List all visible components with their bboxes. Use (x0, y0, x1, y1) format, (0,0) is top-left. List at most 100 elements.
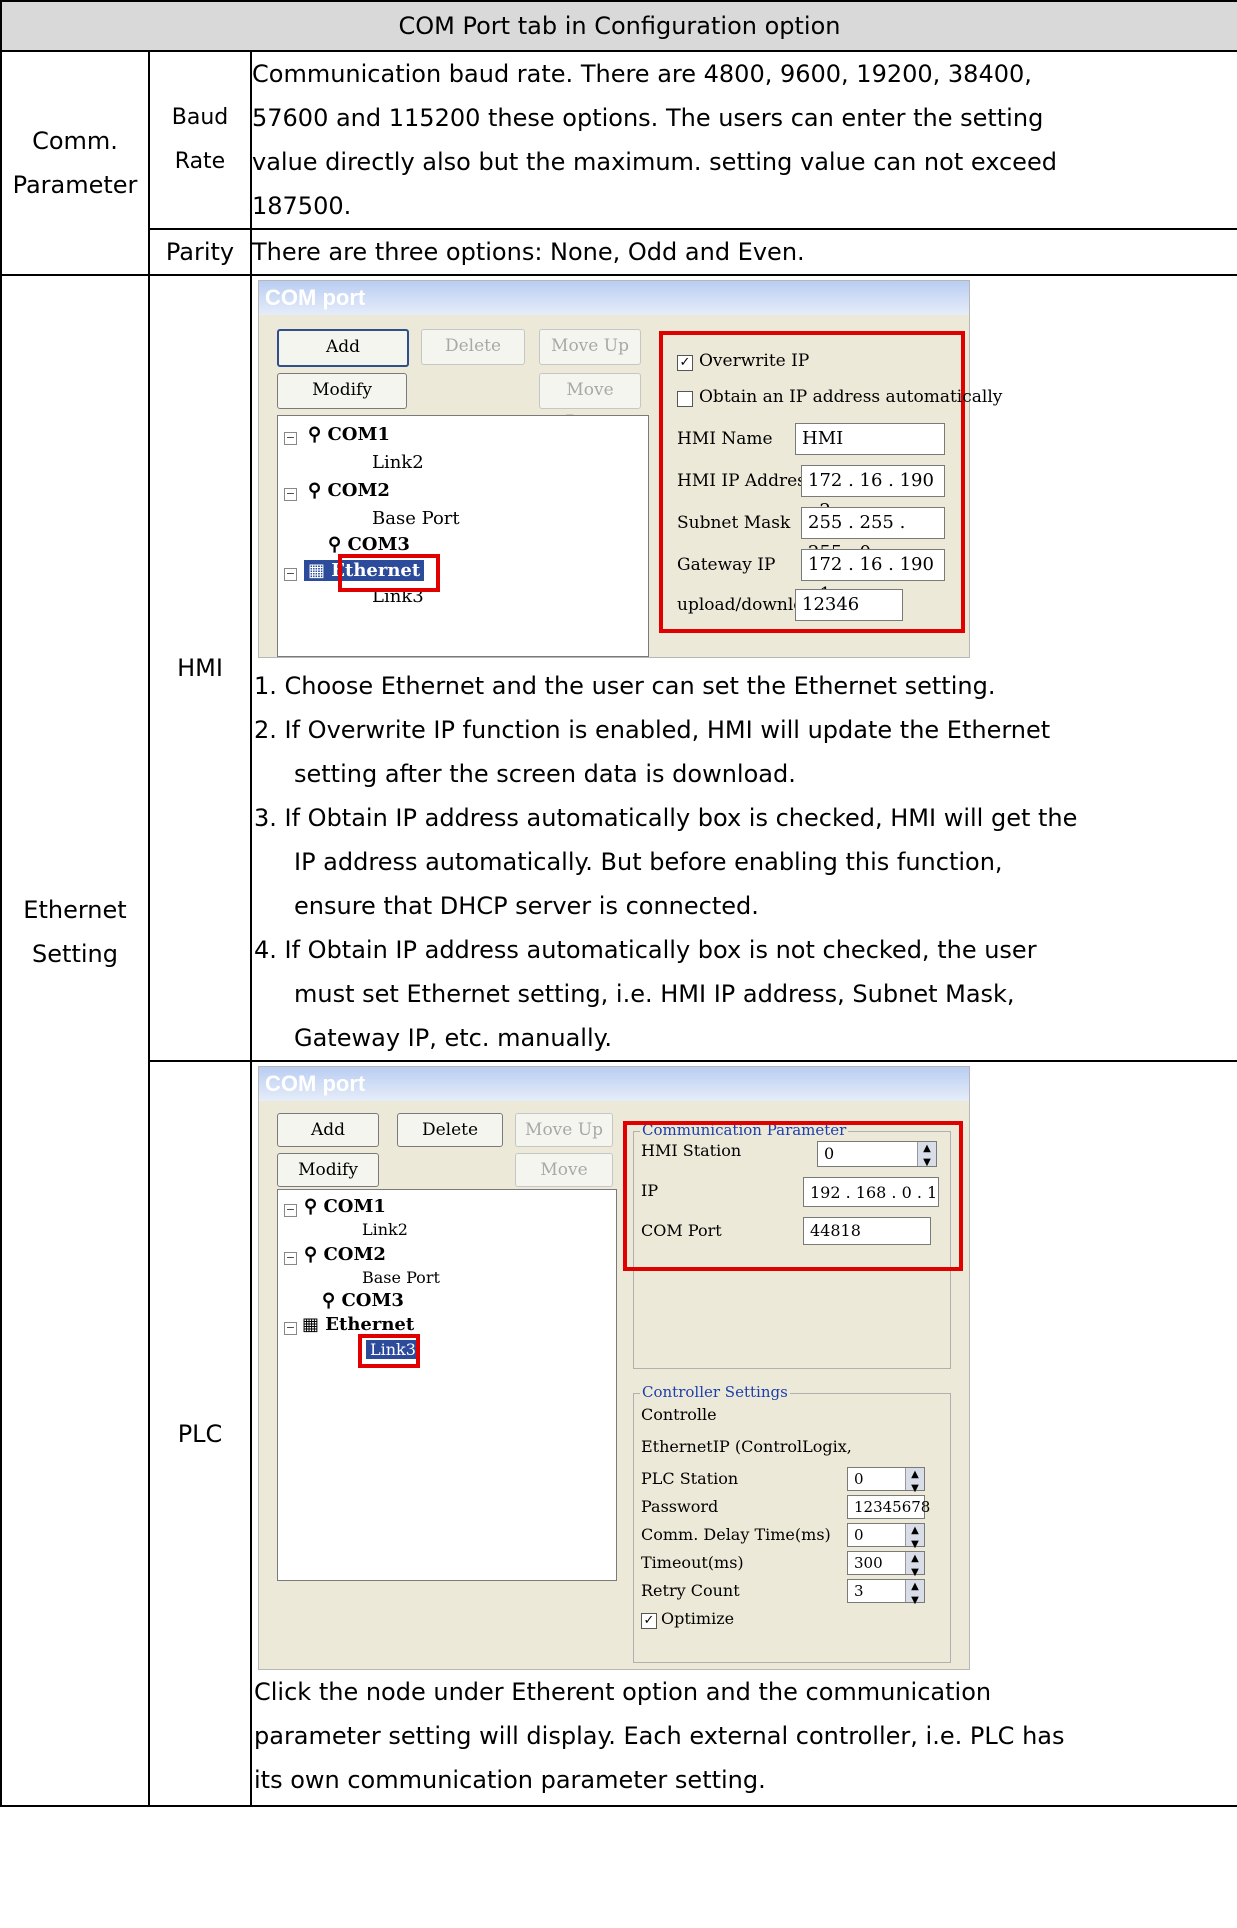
tree-node-base-port[interactable]: Base Port (362, 1268, 440, 1287)
plc-line: its own communication parameter setting. (254, 1766, 766, 1794)
step-line: 3. If Obtain IP address automatically bo… (254, 804, 1078, 832)
timeout-label: Timeout(ms) (641, 1553, 744, 1572)
plc-description: Click the node under Etherent option and… (254, 1670, 1237, 1802)
plc-cell: COM port Add Delete Move Up Modify Move … (249, 1060, 1237, 1807)
tree-node-link2[interactable]: Link2 (372, 452, 424, 473)
optimize-checkbox[interactable]: ✓ (641, 1613, 657, 1629)
collapse-icon[interactable]: − (284, 1322, 297, 1335)
add-button[interactable]: Add (277, 1113, 379, 1147)
collapse-icon[interactable]: − (284, 1204, 297, 1217)
baud-line: Communication baud rate. There are 4800,… (252, 60, 1032, 88)
spinner-icon[interactable]: ▲ ▼ (905, 1580, 924, 1606)
controller-value[interactable]: EthernetIP (ControlLogix, (641, 1437, 852, 1456)
baud-line: 57600 and 115200 these options. The user… (252, 104, 1044, 132)
modify-button[interactable]: Modify (277, 373, 407, 409)
plc-com-port-panel: COM port Add Delete Move Up Modify Move … (258, 1066, 970, 1670)
tree-node-base-port[interactable]: Base Port (372, 508, 460, 529)
plc-line: parameter setting will display. Each ext… (254, 1722, 1065, 1750)
step-line: must set Ethernet setting, i.e. HMI IP a… (294, 980, 1015, 1008)
baud-rate-label: Baud Rate (148, 50, 252, 230)
retry-count-label: Retry Count (641, 1581, 740, 1600)
move-down-button[interactable]: Move Down (539, 373, 641, 432)
comm-label-line2: Parameter (12, 171, 138, 199)
modify-button[interactable]: Modify (277, 1153, 379, 1187)
overwrite-ip-label: Overwrite IP (699, 351, 810, 371)
tree-node-com1[interactable]: ⚲ COM1 (304, 1196, 386, 1217)
optimize-label: Optimize (661, 1609, 735, 1628)
gateway-ip-field[interactable]: 172 . 16 . 190 . 1 (801, 549, 945, 605)
controller-settings-title: Controller Settings (640, 1383, 790, 1401)
tree-node-com1[interactable]: ⚲ COM1 (308, 424, 390, 445)
plc-station-field[interactable]: 0 ▲ ▼ (847, 1467, 925, 1494)
com-port-field[interactable]: 44818 (803, 1217, 931, 1245)
tree-node-com2[interactable]: ⚲ COM2 (308, 480, 390, 501)
password-label: Password (641, 1497, 719, 1516)
move-up-button[interactable]: Move Up (539, 329, 641, 365)
tree-node-com3[interactable]: ⚲ COM3 (328, 534, 410, 555)
upload-download-field[interactable]: 12346 (795, 589, 903, 621)
spinner-icon[interactable]: ▲ ▼ (917, 1142, 936, 1168)
panel-title: COM port (265, 1071, 366, 1096)
step-line: 1. Choose Ethernet and the user can set … (254, 672, 996, 700)
hmi-label: HMI (148, 274, 252, 1062)
tree-node-com2[interactable]: ⚲ COM2 (304, 1244, 386, 1265)
delete-button[interactable]: Delete (421, 329, 525, 365)
obtain-ip-checkbox[interactable] (677, 391, 693, 407)
step-line: ensure that DHCP server is connected. (294, 892, 759, 920)
tree-node-ethernet[interactable]: ▦ Ethernet (302, 1314, 414, 1335)
collapse-icon[interactable]: − (284, 432, 297, 445)
collapse-icon[interactable]: − (284, 568, 297, 581)
baud-rate-description: Communication baud rate. There are 4800,… (249, 50, 1237, 230)
spinner-icon[interactable]: ▲ ▼ (905, 1468, 924, 1494)
hmi-ip-field[interactable]: 172 . 16 . 190 . 2 (801, 465, 945, 521)
port-tree[interactable]: − ⚲ COM1 Link2 − ⚲ COM2 Base Port ⚲ COM3… (277, 415, 649, 657)
baud-line: value directly also but the maximum. set… (252, 148, 1057, 176)
hmi-name-label: HMI Name (677, 429, 773, 449)
plc-station-label: PLC Station (641, 1469, 739, 1488)
step-line: IP address automatically. But before ena… (294, 848, 1003, 876)
timeout-field[interactable]: 300 ▲ ▼ (847, 1551, 925, 1578)
baud-line: 187500. (252, 192, 352, 220)
ethernet-setting-label: Ethernet Setting (0, 274, 150, 1807)
move-up-button[interactable]: Move Up (515, 1113, 613, 1147)
move-down-button[interactable]: Move Down (515, 1153, 613, 1212)
link3-highlight (358, 1334, 420, 1368)
spinner-icon[interactable]: ▲ ▼ (905, 1524, 924, 1550)
delete-button[interactable]: Delete (397, 1113, 503, 1147)
hmi-station-label: HMI Station (641, 1141, 742, 1160)
config-table: COM Port tab in Configuration option Com… (0, 0, 1237, 1807)
retry-count-field[interactable]: 3 ▲ ▼ (847, 1579, 925, 1606)
step-line: 2. If Overwrite IP function is enabled, … (254, 716, 1051, 744)
tree-node-com3[interactable]: ⚲ COM3 (322, 1290, 404, 1311)
com-port-label: COM Port (641, 1221, 722, 1240)
hmi-com-port-panel: COM port Add Delete Move Up Modify Move … (258, 280, 1002, 658)
collapse-icon[interactable]: − (284, 488, 297, 501)
panel-titlebar (259, 281, 969, 315)
spinner-icon[interactable]: ▲ ▼ (905, 1552, 924, 1578)
hmi-name-field[interactable]: HMI (795, 423, 945, 455)
port-tree[interactable]: − ⚲ COM1 Link2 − ⚲ COM2 Base Port ⚲ COM3… (277, 1189, 617, 1581)
comm-label-line1: Comm. (32, 127, 118, 155)
password-field[interactable]: 12345678 (847, 1495, 930, 1519)
add-button[interactable]: Add (277, 329, 409, 367)
collapse-icon[interactable]: − (284, 1252, 297, 1265)
hmi-steps: 1. Choose Ethernet and the user can set … (254, 658, 1237, 1060)
tree-node-link2[interactable]: Link2 (362, 1220, 408, 1239)
overwrite-ip-checkbox[interactable]: ✓ (677, 355, 693, 371)
subnet-mask-field[interactable]: 255 . 255 . 255 . 0 (801, 507, 945, 563)
panel-title: COM port (265, 285, 366, 310)
parity-description: There are three options: None, Odd and E… (249, 228, 1237, 276)
step-line: Gateway IP, etc. manually. (294, 1024, 613, 1052)
step-line: 4. If Obtain IP address automatically bo… (254, 936, 1037, 964)
comm-parameter-label: Comm. Parameter (0, 50, 150, 276)
obtain-ip-label: Obtain an IP address automatically (699, 387, 1003, 407)
hmi-station-field[interactable]: 0 ▲ ▼ (817, 1141, 937, 1168)
controller-label: Controlle (641, 1405, 717, 1424)
step-line: setting after the screen data is downloa… (294, 760, 796, 788)
comm-delay-label: Comm. Delay Time(ms) (641, 1525, 831, 1544)
plc-label: PLC (148, 1060, 252, 1807)
ethernet-highlight (338, 554, 440, 592)
comm-delay-field[interactable]: 0 ▲ ▼ (847, 1523, 925, 1550)
ip-label: IP (641, 1181, 659, 1200)
ip-field[interactable]: 192 . 168 . 0 . 1 (803, 1177, 939, 1207)
